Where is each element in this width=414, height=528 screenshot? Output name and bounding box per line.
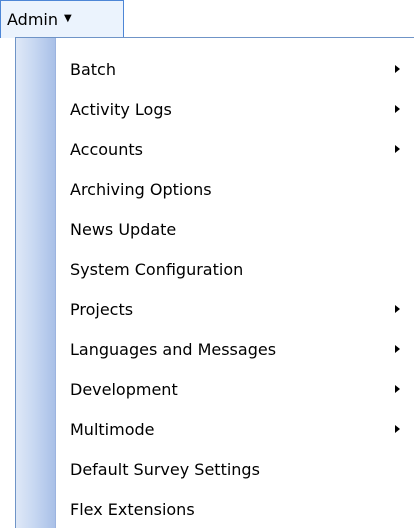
- chevron-right-icon: [395, 305, 400, 313]
- menu-item-accounts[interactable]: Accounts: [16, 129, 414, 169]
- chevron-right-icon: [395, 425, 400, 433]
- menu-item-news-update[interactable]: News Update: [16, 209, 414, 249]
- menu-item-languages-and-messages[interactable]: Languages and Messages: [16, 329, 414, 369]
- menu-item-flex-extensions[interactable]: Flex Extensions: [16, 489, 414, 528]
- menu-item-label: Batch: [70, 59, 116, 79]
- menu-item-label: Projects: [70, 299, 134, 319]
- menu-item-label: Development: [70, 379, 178, 399]
- menu-item-label: Flex Extensions: [70, 499, 195, 519]
- chevron-right-icon: [395, 385, 400, 393]
- menu-item-label: Default Survey Settings: [70, 459, 260, 479]
- chevron-right-icon: [395, 105, 400, 113]
- menu-item-label: Accounts: [70, 139, 143, 159]
- menu-item-archiving-options[interactable]: Archiving Options: [16, 169, 414, 209]
- admin-menu-button[interactable]: Admin ▼: [0, 0, 124, 38]
- menu-item-label: Languages and Messages: [70, 339, 277, 359]
- menu-item-multimode[interactable]: Multimode: [16, 409, 414, 449]
- menu-item-system-configuration[interactable]: System Configuration: [16, 249, 414, 289]
- menu-item-development[interactable]: Development: [16, 369, 414, 409]
- chevron-right-icon: [395, 145, 400, 153]
- menu-item-projects[interactable]: Projects: [16, 289, 414, 329]
- menu-item-label: Multimode: [70, 419, 155, 439]
- app-root: Admin ▼ Batch Activity Logs Accounts Arc…: [0, 0, 414, 528]
- admin-dropdown-menu: Batch Activity Logs Accounts Archiving O…: [15, 37, 414, 528]
- chevron-right-icon: [395, 65, 400, 73]
- menu-item-label: Archiving Options: [70, 179, 212, 199]
- chevron-right-icon: [395, 345, 400, 353]
- menu-item-label: System Configuration: [70, 259, 244, 279]
- menu-item-batch[interactable]: Batch: [16, 49, 414, 89]
- menu-item-list: Batch Activity Logs Accounts Archiving O…: [16, 38, 414, 528]
- admin-menu-label: Admin: [7, 10, 58, 29]
- menu-item-default-survey-settings[interactable]: Default Survey Settings: [16, 449, 414, 489]
- menu-item-label: Activity Logs: [70, 99, 172, 119]
- chevron-down-icon: ▼: [64, 12, 72, 24]
- menu-item-activity-logs[interactable]: Activity Logs: [16, 89, 414, 129]
- menu-item-label: News Update: [70, 219, 177, 239]
